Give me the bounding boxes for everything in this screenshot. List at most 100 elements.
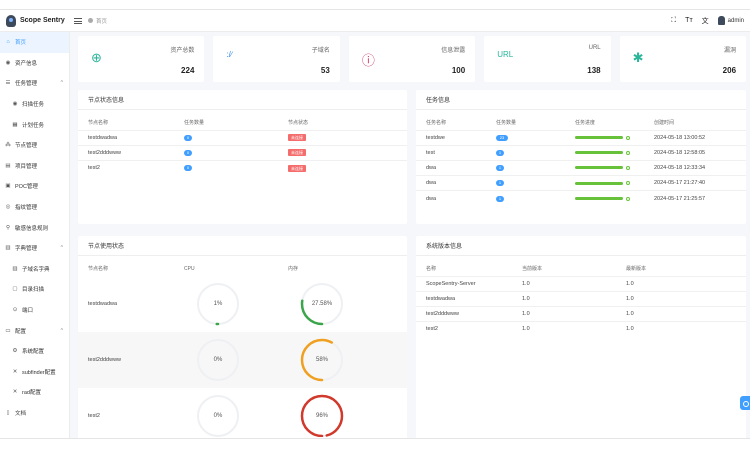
created-time-cell: 2024-05-18 13:00:52 xyxy=(654,129,746,146)
list-item[interactable]: testdwadwa 1% 27.58% xyxy=(78,276,407,332)
sidebar-item-label: 节点管理 xyxy=(15,143,38,150)
task-count-cell: 1 xyxy=(496,175,575,191)
fullscreen-icon[interactable]: ⛶ xyxy=(671,17,676,25)
sidebar-item[interactable]: ▦ 计划任务 xyxy=(0,114,69,135)
sidebar-item[interactable]: ◉ 资产信息 xyxy=(0,53,69,74)
sidebar-item[interactable]: ⚙ 系统配置 xyxy=(0,341,69,362)
poc-icon: ▣ xyxy=(5,183,11,190)
dict-icon: ▥ xyxy=(12,265,18,272)
sidebar-item[interactable]: ▢ 目录扫描 xyxy=(0,279,69,300)
table-row[interactable]: test2 1.0 1.0 xyxy=(416,321,746,337)
task-count-badge: 0 xyxy=(184,165,192,172)
settings-float-button[interactable] xyxy=(740,396,750,410)
stat-label: URL xyxy=(588,45,601,51)
progress-fill xyxy=(575,151,623,155)
sidebar-item[interactable]: ⁂ 节点管理 xyxy=(0,135,69,156)
progress-bar xyxy=(575,181,654,186)
node-usage-title: 节点使用状态 xyxy=(78,236,407,256)
menu-toggle-icon[interactable] xyxy=(74,17,82,24)
sidebar-item-label: 指纹管理 xyxy=(15,205,38,212)
user-menu[interactable]: admin xyxy=(717,16,744,25)
table-row[interactable]: testdwadwa 1.0 1.0 xyxy=(416,290,746,307)
table-row[interactable]: dwa 1 2024-05-17 21:27:40 xyxy=(416,175,746,191)
table-row[interactable]: dwa 1 2024-05-18 12:33:34 xyxy=(416,159,746,176)
stat-label: 子域名 xyxy=(311,48,330,54)
app-window: Scope Sentry 首页 ⛶ Tт 文 admin ⌂ 首页 ◉ 资产信息 ☰ 任务… xyxy=(0,9,750,439)
list-item[interactable]: test2dddwww 0% 58% xyxy=(78,332,407,388)
node-usage-list[interactable]: testdwadwa 1% 27.58% test2dddwww 0% 58% test2 0… xyxy=(78,276,407,437)
sidebar-item-label: 端口 xyxy=(22,308,34,315)
sidebar-item[interactable]: ▣ POC管理 xyxy=(0,176,69,197)
current-version-cell: 1.0 xyxy=(522,305,626,322)
task-name-cell: dwa xyxy=(416,159,496,176)
cpu-gauge: 0% xyxy=(195,393,241,437)
globe-icon: ⊕ xyxy=(91,50,102,65)
table-row[interactable]: ScopeSentry-Server 1.0 1.0 xyxy=(416,275,746,292)
task-count-cell: 1 xyxy=(496,144,575,161)
progress-fill xyxy=(575,136,623,140)
sidebar-item[interactable]: ▭ 配置 ^ xyxy=(0,320,69,341)
breadcrumb-current[interactable]: 首页 xyxy=(96,17,107,25)
font-size-icon[interactable]: Tт xyxy=(685,17,692,24)
sidebar-item[interactable]: ⚲ 敏感信息规则 xyxy=(0,217,69,238)
stat-value: 224 xyxy=(181,66,195,75)
fingerprint-icon: ◎ xyxy=(5,204,11,211)
subdomain-icon: :/∕ xyxy=(226,50,233,59)
language-icon[interactable]: 文 xyxy=(702,16,709,26)
sidebar-item-label: 资产信息 xyxy=(15,60,38,67)
cpu-gauge: 0% xyxy=(195,337,241,383)
sidebar-item[interactable]: ⊙ 端口 xyxy=(0,300,69,321)
status-badge: 未连接 xyxy=(288,134,306,142)
table-row[interactable]: dwa 1 2024-05-17 21:25:57 xyxy=(416,190,746,206)
sidebar-item[interactable]: ◉ 扫描任务 xyxy=(0,94,69,115)
status-badge: 未连接 xyxy=(288,164,306,172)
folder-icon: ▢ xyxy=(12,286,18,293)
stat-value: 206 xyxy=(722,66,737,75)
task-count-cell: 1 xyxy=(496,159,575,176)
sidebar-item[interactable]: ▥ 子域名字典 xyxy=(0,259,69,280)
project-icon: ▤ xyxy=(5,162,11,169)
sidebar-item-label: 子域名字典 xyxy=(22,266,50,273)
sidebar-item[interactable]: ✕ rad配置 xyxy=(0,382,69,403)
table-row[interactable]: test2dddwww 0 未连接 xyxy=(78,144,407,161)
sidebar-item-label: rad配置 xyxy=(22,390,41,397)
logo[interactable]: Scope Sentry xyxy=(0,10,70,32)
sidebar-item[interactable]: ◎ 指纹管理 xyxy=(0,197,69,218)
versions-table: 名称 当前版本 最新版本 ScopeSentry-Server 1.0 1.0 tes… xyxy=(416,261,746,337)
sidebar-item[interactable]: ✕ subfinder配置 xyxy=(0,362,69,383)
sidebar-item[interactable]: ▤ 项目管理 xyxy=(0,156,69,177)
node-name-cell: testdwadwa xyxy=(78,129,184,146)
table-row[interactable]: test2 0 未连接 xyxy=(78,159,407,176)
doc-icon: ▯ xyxy=(6,409,10,416)
list-item[interactable]: test2 0% 96% xyxy=(78,388,407,437)
progress-fill xyxy=(575,197,623,201)
sidebar-item[interactable]: ▥ 字典管理 ^ xyxy=(0,238,69,259)
task-name-cell: test xyxy=(416,144,496,161)
sidebar-item[interactable]: ▯ 文档 xyxy=(0,403,69,424)
node-name-cell: test2 xyxy=(78,159,184,176)
memory-gauge: 58% xyxy=(299,337,345,383)
task-count-badge: 23 xyxy=(496,134,508,141)
stat-value: 138 xyxy=(587,66,601,75)
stat-value: 53 xyxy=(320,66,330,75)
node-name: test2 xyxy=(88,413,100,419)
task-count-badge: 0 xyxy=(184,149,192,156)
top-header: Scope Sentry 首页 ⛶ Tт 文 admin xyxy=(0,10,750,32)
column-header: 节点名称 xyxy=(88,119,109,126)
progress-bar xyxy=(575,165,654,170)
table-row[interactable]: testdwadwa 0 未连接 xyxy=(78,129,407,146)
calendar-icon: ▦ xyxy=(12,121,18,128)
table-row[interactable]: testdwe 23 2024-05-18 13:00:52 xyxy=(416,129,746,146)
stat-card: ⓘ 信息泄露 100 xyxy=(348,36,476,82)
task-progress-cell xyxy=(575,129,654,146)
table-row[interactable]: test2dddwww 1.0 1.0 xyxy=(416,305,746,322)
task-count-badge: 1 xyxy=(496,180,504,187)
table-row[interactable]: test 1 2024-05-18 12:58:05 xyxy=(416,144,746,161)
node-icon: ⁂ xyxy=(5,142,11,149)
sidebar-item[interactable]: ☰ 任务管理 ^ xyxy=(0,73,69,94)
dict-icon: ▥ xyxy=(5,245,11,252)
stat-card: :/∕ 子域名 53 xyxy=(213,36,340,82)
sidebar-item[interactable]: ⌂ 首页 xyxy=(0,32,69,53)
column-header: 任务进度 xyxy=(575,119,596,126)
latest-version-cell: 1.0 xyxy=(626,321,746,337)
